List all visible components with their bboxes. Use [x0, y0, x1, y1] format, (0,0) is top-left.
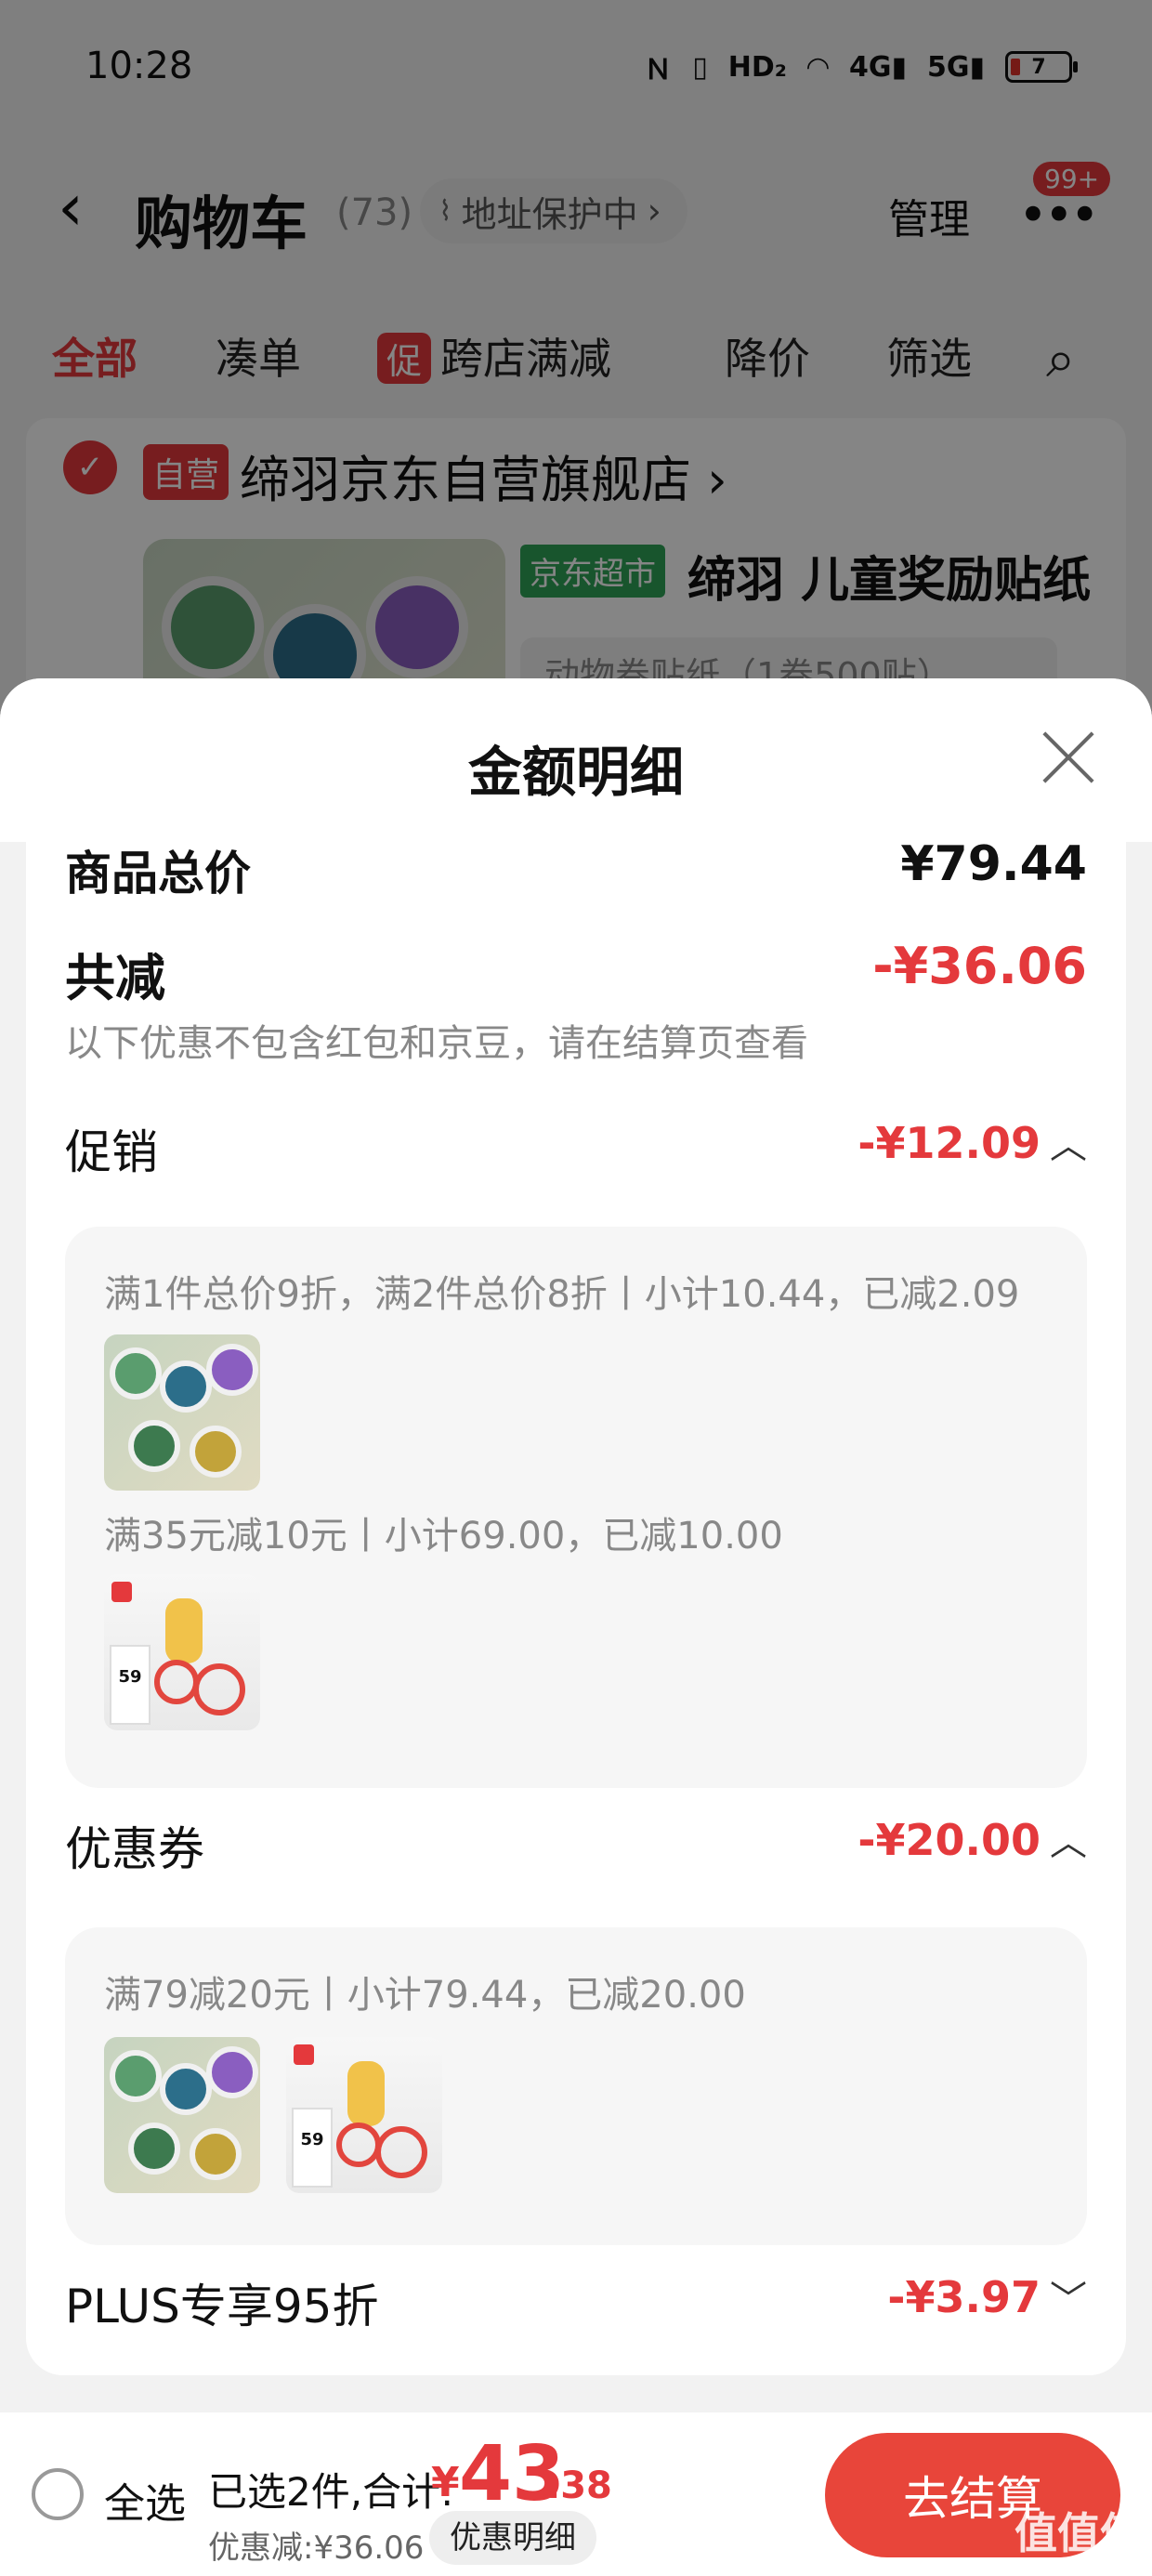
discount-detail-button[interactable]: 优惠明细	[429, 2511, 596, 2565]
plus-value[interactable]: -¥3.97 ﹀	[887, 2269, 1087, 2323]
toy-thumbnail[interactable]: 59	[286, 2037, 442, 2193]
goods-total-label: 商品总价	[65, 847, 251, 900]
promo-line-2: 满35元减10元丨小计69.00，已减10.00	[104, 1515, 783, 1557]
promo-value[interactable]: -¥12.09 ︿	[857, 1115, 1087, 1169]
chevron-down-icon: ﹀	[1050, 2279, 1087, 2321]
total-decimal: .38	[546, 2464, 612, 2507]
promo-label: 促销	[65, 1125, 158, 1179]
coupon-value[interactable]: -¥20.00 ︿	[857, 1812, 1087, 1866]
watermark: 值值值 zhizhizhi.com	[1015, 2508, 1143, 2576]
select-all-label[interactable]: 全选	[104, 2470, 186, 2530]
toy-thumbnail[interactable]: 59	[104, 1574, 260, 1730]
total-reduce-label: 共减	[65, 949, 165, 1007]
discount-amount: 优惠减:¥36.06	[208, 2530, 425, 2567]
promo-line-1: 满1件总价9折，满2件总价8折丨小计10.44，已减2.09	[104, 1273, 1020, 1316]
toy-price-label: 59	[118, 1667, 142, 1687]
total-reduce-value: -¥36.06	[872, 937, 1087, 995]
amount-detail-sheet: 金额明细 商品总价 ¥79.44 共减 -¥36.06 以下优惠不包含红包和京豆…	[0, 678, 1152, 2576]
sheet-header: 金额明细	[0, 678, 1152, 842]
chevron-up-icon: ︿	[1050, 1821, 1087, 1864]
detail-card: 商品总价 ¥79.44 共减 -¥36.06 以下优惠不包含红包和京豆，请在结算…	[26, 842, 1126, 2375]
currency-symbol: ¥	[431, 2459, 460, 2506]
discount-note: 以下优惠不包含红包和京豆，请在结算页查看	[65, 1022, 808, 1065]
close-icon[interactable]	[1039, 727, 1098, 786]
goods-total-value: ¥79.44	[900, 842, 1087, 892]
chevron-up-icon: ︿	[1050, 1124, 1087, 1167]
checkout-bar: 全选 已选2件,合计: ¥ 43 .38 优惠减:¥36.06 优惠明细 去结算	[0, 2412, 1152, 2576]
coupon-line-1: 满79减20元丨小计79.44，已减20.00	[104, 1974, 746, 2017]
sticker-thumbnail[interactable]	[104, 1334, 260, 1491]
selected-count: 已选2件,合计:	[208, 2469, 454, 2515]
plus-label: PLUS专享95折	[65, 2280, 379, 2333]
sheet-title: 金额明细	[467, 741, 684, 804]
coupon-label: 优惠券	[65, 1822, 204, 1876]
sticker-thumbnail[interactable]	[104, 2037, 260, 2193]
select-all-radio[interactable]	[32, 2468, 84, 2520]
promo-detail-box: 满1件总价9折，满2件总价8折丨小计10.44，已减2.09 满35元减10元丨…	[65, 1227, 1087, 1788]
coupon-detail-box: 满79减20元丨小计79.44，已减20.00 59	[65, 1927, 1087, 2245]
